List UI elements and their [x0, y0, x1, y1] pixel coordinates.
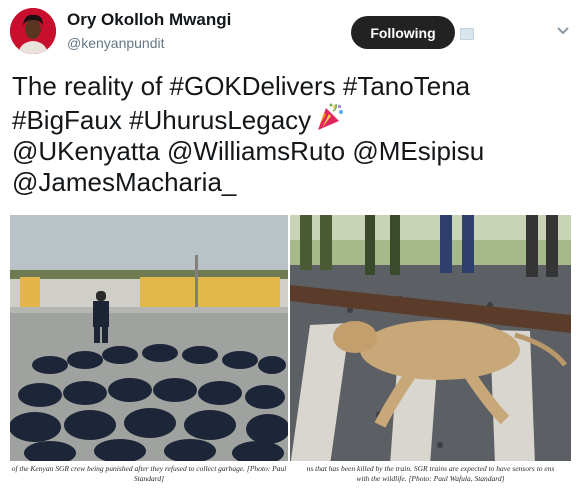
tweet-photo-left[interactable]: of the Kenyan SGR crew being punished af… — [10, 215, 288, 487]
avatar[interactable] — [10, 8, 56, 54]
caption-line: of the Kenyan SGR crew being punished af… — [11, 464, 287, 473]
photo-caption: ns that has been killed by the train. SG… — [290, 461, 571, 487]
party-popper-icon — [318, 103, 344, 130]
tweet-line: The reality of #GOKDelivers #TanoTena — [12, 71, 471, 101]
display-name[interactable]: Ory Okolloh Mwangi — [67, 10, 231, 30]
tweet-photo-right[interactable]: ns that has been killed by the train. SG… — [290, 215, 571, 487]
caption-line: with the wildlife. [Photo: Paul Wafula, … — [356, 474, 505, 483]
broken-image-icon — [460, 28, 474, 40]
caption-line: Standard] — [133, 474, 165, 483]
chevron-down-icon[interactable] — [556, 26, 570, 36]
tweet-line: #BigFaux #UhurusLegacy — [12, 102, 572, 136]
tweet-text: The reality of #GOKDelivers #TanoTena #B… — [12, 71, 572, 198]
caption-line: ns that has been killed by the train. SG… — [306, 464, 555, 473]
following-button[interactable]: Following — [351, 16, 455, 49]
user-handle[interactable]: @kenyanpundit — [67, 35, 165, 51]
photo-caption: of the Kenyan SGR crew being punished af… — [10, 461, 288, 487]
tweet-line-text: #BigFaux #UhurusLegacy — [12, 105, 312, 135]
tweet-line: @UKenyatta @WilliamsRuto @MEsipisu — [12, 136, 485, 166]
tweet-line: @JamesMacharia_ — [12, 167, 237, 197]
